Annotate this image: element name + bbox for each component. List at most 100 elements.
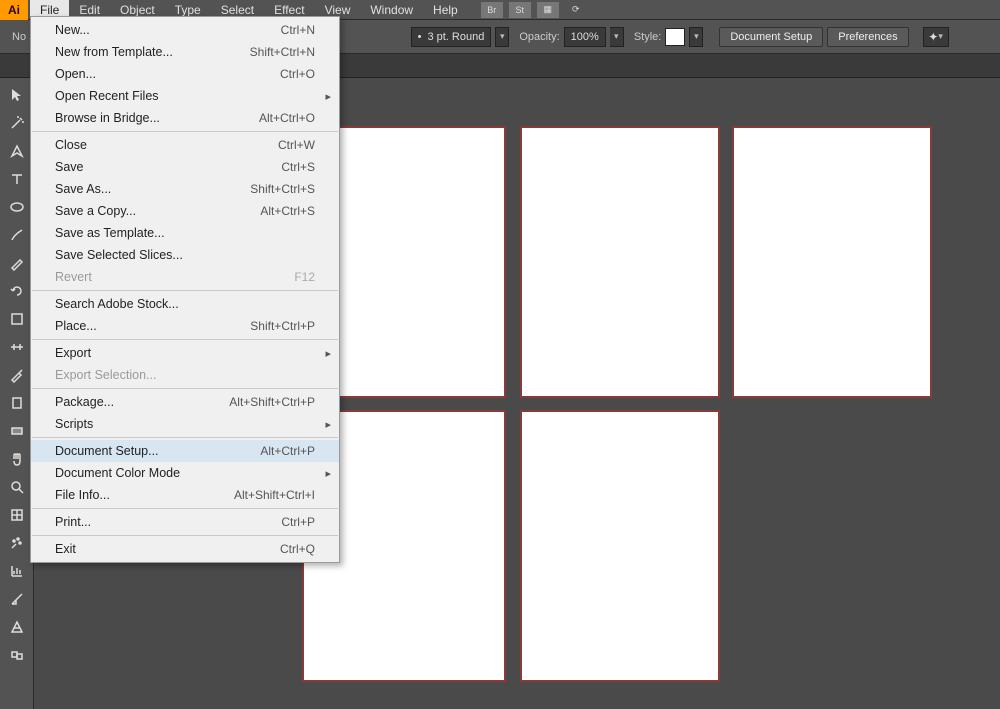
menu-item-shortcut: Ctrl+Q xyxy=(280,542,315,556)
menu-item-label: Open Recent Files xyxy=(55,89,159,103)
document-setup-button[interactable]: Document Setup xyxy=(719,27,823,47)
file-menu-item-save-as[interactable]: Save As... Shift+Ctrl+S xyxy=(31,178,339,200)
file-menu-item-open-recent-files[interactable]: Open Recent Files xyxy=(31,85,339,107)
menu-item-shortcut: Shift+Ctrl+N xyxy=(250,45,315,59)
align-menu-icon[interactable]: ✦ xyxy=(923,27,949,47)
eyedropper-tool[interactable] xyxy=(4,364,30,386)
menu-item-label: Revert xyxy=(55,270,92,284)
menu-item-label: Export xyxy=(55,346,91,360)
artboard[interactable] xyxy=(520,410,720,682)
menu-item-label: Export Selection... xyxy=(55,368,156,382)
menu-item-shortcut: Shift+Ctrl+P xyxy=(250,319,315,333)
menu-item-label: Package... xyxy=(55,395,114,409)
menu-separator xyxy=(32,437,338,438)
hand-tool[interactable] xyxy=(4,448,30,470)
selection-tool[interactable] xyxy=(4,84,30,106)
file-menu-item-browse-in-bridge[interactable]: Browse in Bridge... Alt+Ctrl+O xyxy=(31,107,339,129)
symbol-sprayer-tool[interactable] xyxy=(4,532,30,554)
file-menu-item-file-info[interactable]: File Info... Alt+Shift+Ctrl+I xyxy=(31,484,339,506)
menu-item-label: File Info... xyxy=(55,488,110,502)
menu-item-label: Save as Template... xyxy=(55,226,165,240)
menu-item-shortcut: Ctrl+O xyxy=(280,67,315,81)
file-menu-item-revert: Revert F12 xyxy=(31,266,339,288)
file-menu-item-open[interactable]: Open... Ctrl+O xyxy=(31,63,339,85)
file-menu-item-exit[interactable]: ExitCtrl+Q xyxy=(31,538,339,560)
ellipse-tool[interactable] xyxy=(4,196,30,218)
style-label: Style: xyxy=(634,31,662,43)
file-menu-item-save-as-template[interactable]: Save as Template... xyxy=(31,222,339,244)
perspective-tool[interactable] xyxy=(4,616,30,638)
preferences-button[interactable]: Preferences xyxy=(827,27,908,47)
menu-item-label: Place... xyxy=(55,319,97,333)
menu-item-label: Save xyxy=(55,160,84,174)
menu-item-label: Scripts xyxy=(55,417,93,431)
menu-separator xyxy=(32,388,338,389)
file-menu-item-place[interactable]: Place... Shift+Ctrl+P xyxy=(31,315,339,337)
stroke-profile-dropdown[interactable] xyxy=(495,27,509,47)
menu-item-shortcut: Alt+Shift+Ctrl+P xyxy=(229,395,315,409)
stock-icon[interactable]: St xyxy=(509,2,531,18)
file-menu-item-print[interactable]: Print... Ctrl+P xyxy=(31,511,339,533)
file-menu-item-close[interactable]: CloseCtrl+W xyxy=(31,134,339,156)
menu-item-label: Save Selected Slices... xyxy=(55,248,183,262)
menu-separator xyxy=(32,339,338,340)
opacity-field[interactable]: 100% xyxy=(564,27,606,47)
menu-item-label: Browse in Bridge... xyxy=(55,111,160,125)
menu-window[interactable]: Window xyxy=(360,0,423,20)
file-menu-item-new[interactable]: New... Ctrl+N xyxy=(31,19,339,41)
rotate-tool[interactable] xyxy=(4,280,30,302)
menu-help[interactable]: Help xyxy=(423,0,468,20)
arrange-icon[interactable]: ▦ xyxy=(537,2,559,18)
graph-tool[interactable] xyxy=(4,560,30,582)
menu-item-label: Save As... xyxy=(55,182,111,196)
pen-tool[interactable] xyxy=(4,140,30,162)
style-swatch[interactable] xyxy=(665,28,685,46)
style-dropdown[interactable] xyxy=(689,27,703,47)
artboard-tool[interactable] xyxy=(4,392,30,414)
menu-item-label: Open... xyxy=(55,67,96,81)
blend-tool[interactable] xyxy=(4,644,30,666)
file-menu-item-new-from-template[interactable]: New from Template... Shift+Ctrl+N xyxy=(31,41,339,63)
stroke-profile-field[interactable]: •3 pt. Round xyxy=(411,27,492,47)
menu-item-label: New... xyxy=(55,23,90,37)
menu-item-shortcut: Alt+Ctrl+O xyxy=(259,111,315,125)
opacity-dropdown[interactable] xyxy=(610,27,624,47)
menu-item-shortcut: Shift+Ctrl+S xyxy=(250,182,315,196)
menu-item-label: New from Template... xyxy=(55,45,173,59)
zoom-tool[interactable] xyxy=(4,476,30,498)
menu-item-shortcut: Ctrl+P xyxy=(281,515,315,529)
width-tool[interactable] xyxy=(4,336,30,358)
scale-tool[interactable] xyxy=(4,308,30,330)
file-menu-item-save[interactable]: SaveCtrl+S xyxy=(31,156,339,178)
pencil-tool[interactable] xyxy=(4,252,30,274)
menu-separator xyxy=(32,131,338,132)
artboard[interactable] xyxy=(732,126,932,398)
magic-wand-tool[interactable] xyxy=(4,112,30,134)
type-tool[interactable] xyxy=(4,168,30,190)
menubar-app-icons: Br St ▦ ⟳ xyxy=(478,2,590,18)
file-menu-item-scripts[interactable]: Scripts xyxy=(31,413,339,435)
file-menu-dropdown: New... Ctrl+N New from Template... Shift+Ct… xyxy=(30,16,340,563)
sync-icon[interactable]: ⟳ xyxy=(565,2,587,18)
file-menu-item-package[interactable]: Package... Alt+Shift+Ctrl+P xyxy=(31,391,339,413)
bridge-icon[interactable]: Br xyxy=(481,2,503,18)
menu-item-shortcut: F12 xyxy=(294,270,315,284)
file-menu-item-document-setup[interactable]: Document Setup...Alt+Ctrl+P xyxy=(31,440,339,462)
menu-item-shortcut: Ctrl+N xyxy=(281,23,315,37)
file-menu-item-save-selected-slices[interactable]: Save Selected Slices... xyxy=(31,244,339,266)
menu-item-shortcut: Alt+Shift+Ctrl+I xyxy=(234,488,315,502)
file-menu-item-export[interactable]: Export xyxy=(31,342,339,364)
menu-item-label: Save a Copy... xyxy=(55,204,136,218)
file-menu-item-search-adobe-stock[interactable]: Search Adobe Stock... xyxy=(31,293,339,315)
gradient-tool[interactable] xyxy=(4,420,30,442)
menu-item-label: Close xyxy=(55,138,87,152)
menu-item-label: Search Adobe Stock... xyxy=(55,297,179,311)
menu-item-label: Print... xyxy=(55,515,91,529)
paintbrush-tool[interactable] xyxy=(4,224,30,246)
mesh-tool[interactable] xyxy=(4,504,30,526)
menu-item-shortcut: Alt+Ctrl+P xyxy=(260,444,315,458)
slice-tool[interactable] xyxy=(4,588,30,610)
file-menu-item-document-color-mode[interactable]: Document Color Mode xyxy=(31,462,339,484)
file-menu-item-save-a-copy[interactable]: Save a Copy...Alt+Ctrl+S xyxy=(31,200,339,222)
artboard[interactable] xyxy=(520,126,720,398)
